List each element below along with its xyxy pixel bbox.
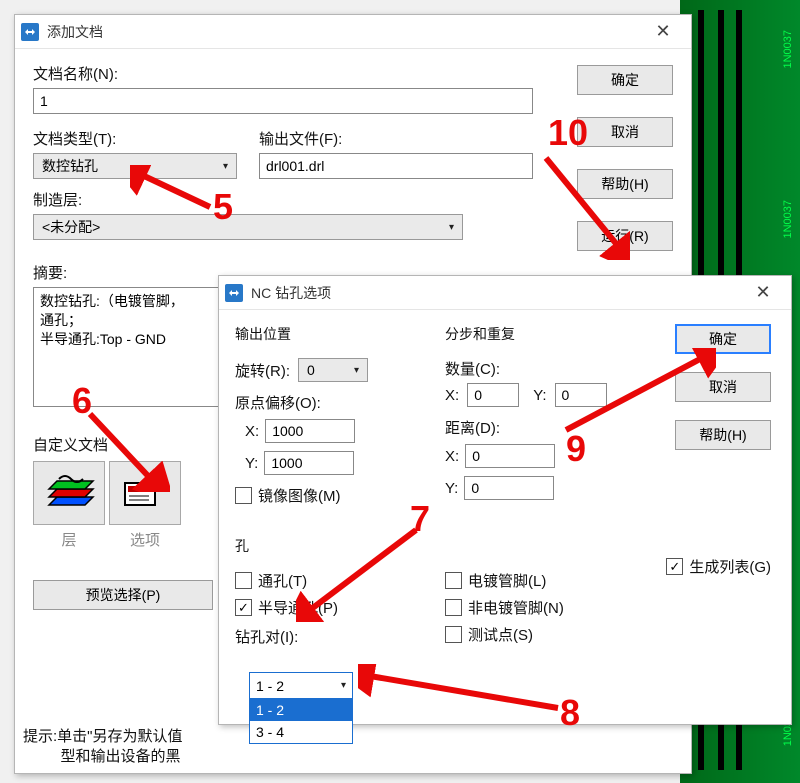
chevron-down-icon: ▾ (449, 222, 454, 233)
layers-button[interactable] (33, 461, 105, 525)
annotation-8: 8 (560, 692, 580, 734)
doc-name-input[interactable] (33, 88, 533, 114)
help-button[interactable]: 帮助(H) (577, 169, 673, 199)
pcb-label: 1N0037 (782, 200, 794, 239)
layers-caption: 层 (33, 529, 105, 550)
x-label: X: (245, 423, 259, 440)
annotation-6: 6 (72, 380, 92, 422)
dialog-title: 添加文档 (47, 22, 641, 42)
mirror-checkbox[interactable] (235, 487, 252, 504)
test-label: 测试点(S) (468, 624, 533, 645)
rotate-select[interactable]: 0 ▾ (298, 358, 368, 382)
dialog-title: NC 钻孔选项 (251, 283, 741, 303)
ok-button[interactable]: 确定 (675, 324, 771, 354)
doc-type-label: 文档类型(T): (33, 128, 237, 149)
distance-label: 距离(D): (445, 417, 645, 438)
ok-button[interactable]: 确定 (577, 65, 673, 95)
doc-type-select[interactable]: 数控钻孔 ▾ (33, 153, 237, 179)
count-x-input[interactable] (467, 383, 519, 407)
close-button[interactable]: ✕ (641, 15, 685, 48)
output-pos-label: 输出位置 (235, 324, 425, 344)
origin-x-input[interactable] (265, 419, 355, 443)
origin-y-input[interactable] (264, 451, 354, 475)
output-file-input[interactable] (259, 153, 533, 179)
annotation-5: 5 (213, 186, 233, 228)
through-checkbox[interactable] (235, 572, 252, 589)
nonplated-checkbox[interactable] (445, 599, 462, 616)
mfg-layer-label: 制造层: (33, 189, 463, 210)
annotation-9: 9 (566, 428, 586, 470)
y-label: Y: (445, 480, 458, 497)
doc-name-label: 文档名称(N): (33, 63, 533, 84)
chevron-down-icon: ▾ (341, 680, 346, 691)
output-file-label: 输出文件(F): (259, 128, 533, 149)
y-label: Y: (245, 455, 258, 472)
test-checkbox[interactable] (445, 626, 462, 643)
hint-text: 提示:单击"另存为默认值 型和输出设备的黑 (23, 727, 183, 768)
titlebar: NC 钻孔选项 ✕ (219, 276, 791, 310)
annotation-7: 7 (410, 498, 430, 540)
pvh-label: 半导通孔(P) (258, 597, 338, 618)
holes-label: 孔 (235, 536, 775, 556)
rotate-value: 0 (307, 362, 315, 378)
app-icon (225, 284, 243, 302)
chevron-down-icon: ▾ (354, 365, 359, 376)
plated-checkbox[interactable] (445, 572, 462, 589)
help-button[interactable]: 帮助(H) (675, 420, 771, 450)
cancel-button[interactable]: 取消 (577, 117, 673, 147)
options-button[interactable] (109, 461, 181, 525)
summary-label: 摘要: (33, 262, 233, 283)
x-label: X: (445, 448, 459, 465)
annotation-10: 10 (548, 112, 588, 154)
chevron-down-icon: ▾ (223, 161, 228, 172)
step-repeat-label: 分步和重复 (445, 324, 645, 344)
app-icon (21, 23, 39, 41)
close-button[interactable]: ✕ (741, 276, 785, 309)
doc-type-value: 数控钻孔 (42, 156, 98, 176)
summary-textarea[interactable]: 数控钻孔:（电镀管脚， 通孔； 半导通孔:Top - GND (33, 287, 233, 407)
count-label: 数量(C): (445, 358, 645, 379)
dist-x-input[interactable] (465, 444, 555, 468)
drillpair-label: 钻孔对(I): (235, 626, 405, 647)
titlebar: 添加文档 ✕ (15, 15, 691, 49)
dropdown-option[interactable]: 3 - 4 (250, 721, 352, 743)
options-caption: 选项 (109, 529, 181, 550)
pcb-label: 1N0037 (782, 30, 794, 69)
origin-offset-label: 原点偏移(O): (235, 392, 425, 413)
drillpair-value: 1 - 2 (256, 678, 284, 694)
nonplated-label: 非电镀管脚(N) (468, 597, 564, 618)
mirror-label: 镜像图像(M) (258, 485, 341, 506)
cancel-button[interactable]: 取消 (675, 372, 771, 402)
genlist-checkbox[interactable]: ✓ (666, 558, 683, 575)
through-label: 通孔(T) (258, 570, 307, 591)
mfg-layer-value: <未分配> (42, 217, 100, 237)
dropdown-option[interactable]: 1 - 2 (250, 699, 352, 721)
nc-drill-options-dialog: NC 钻孔选项 ✕ 确定 取消 帮助(H) 输出位置 旋转(R): 0 ▾ 原点… (218, 275, 792, 725)
count-y-input[interactable] (555, 383, 607, 407)
drillpair-select[interactable]: 1 - 2 ▾ 1 - 2 3 - 4 (249, 672, 353, 744)
preview-button[interactable]: 预览选择(P) (33, 580, 213, 610)
genlist-label: 生成列表(G) (689, 556, 771, 577)
dist-y-input[interactable] (464, 476, 554, 500)
mfg-layer-select[interactable]: <未分配> ▾ (33, 214, 463, 240)
plated-label: 电镀管脚(L) (468, 570, 546, 591)
rotate-label: 旋转(R): (235, 360, 290, 381)
pvh-checkbox[interactable]: ✓ (235, 599, 252, 616)
y-label: Y: (533, 387, 546, 404)
x-label: X: (445, 387, 459, 404)
run-button[interactable]: 运行(R) (577, 221, 673, 251)
